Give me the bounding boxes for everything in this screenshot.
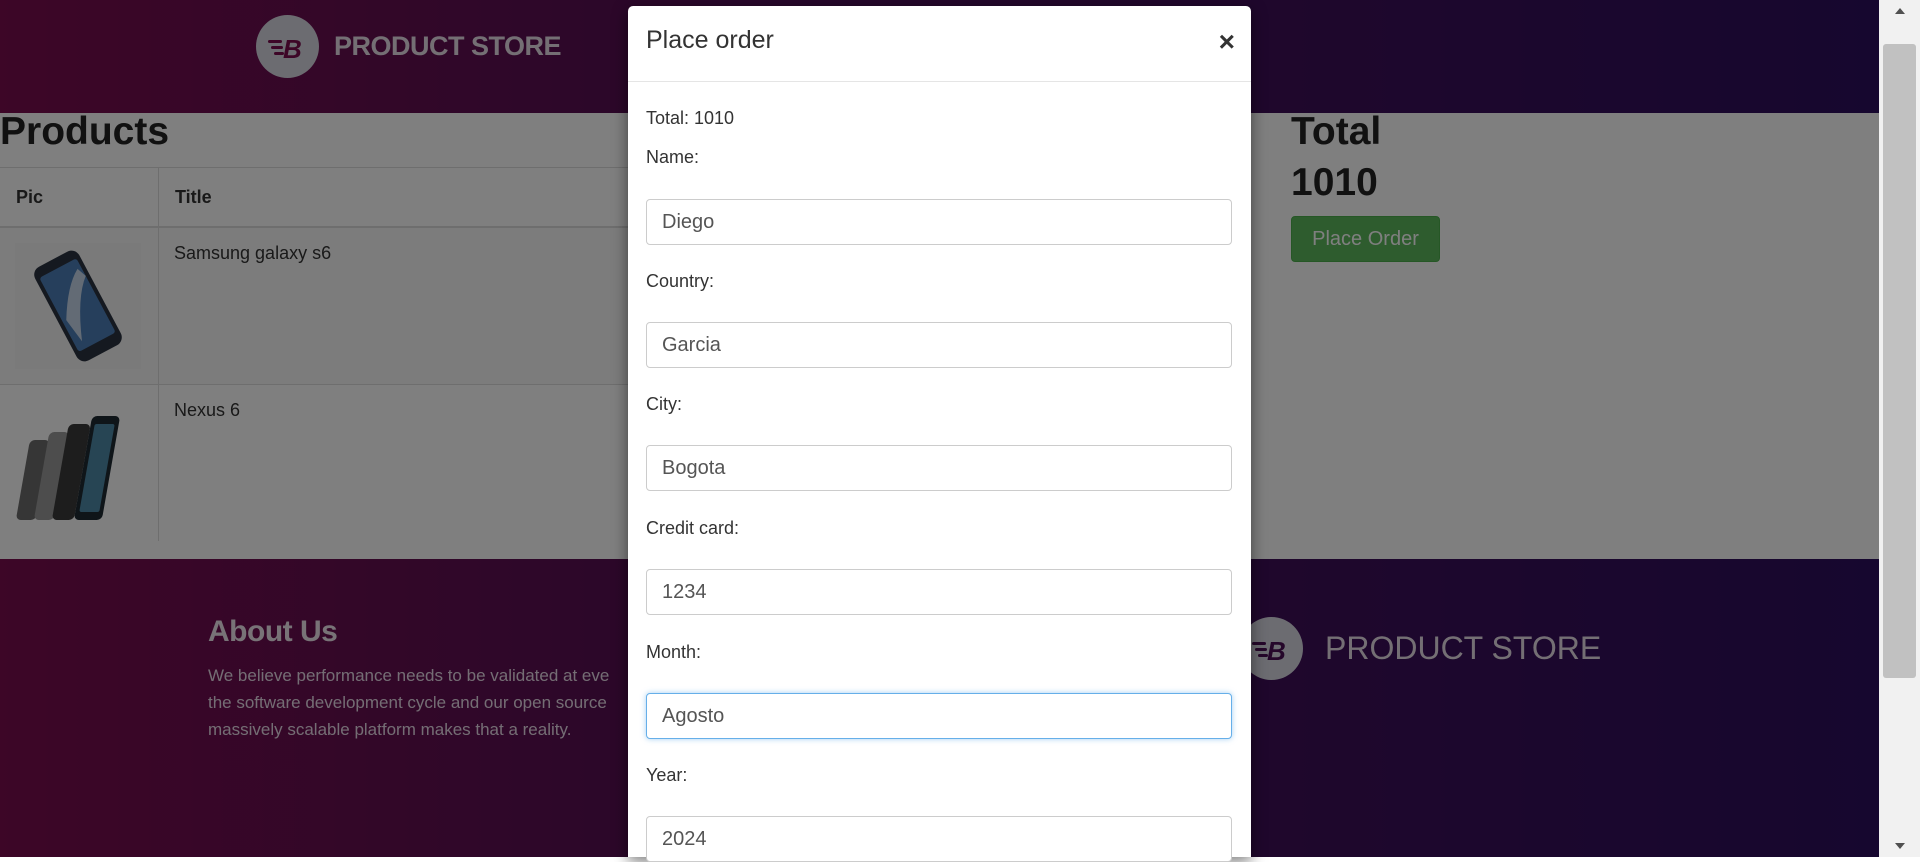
credit-card-input[interactable] <box>646 569 1232 615</box>
page-scrollbar[interactable] <box>1879 0 1920 857</box>
modal-header: Place order × <box>628 6 1251 82</box>
close-icon[interactable]: × <box>1219 28 1235 56</box>
city-input[interactable] <box>646 445 1232 491</box>
year-input[interactable] <box>646 816 1232 862</box>
modal-title: Place order <box>646 26 774 54</box>
country-label: Country: <box>646 271 715 291</box>
order-total: Total: 1010 <box>646 108 735 128</box>
scroll-thumb[interactable] <box>1883 44 1916 678</box>
scroll-down-icon[interactable] <box>1879 835 1920 857</box>
year-label: Year: <box>646 765 688 785</box>
scroll-up-icon[interactable] <box>1879 0 1920 22</box>
city-label: City: <box>646 394 682 414</box>
place-order-modal: Place order × Total: 1010 Name: Country:… <box>628 6 1251 862</box>
credit-card-label: Credit card: <box>646 518 740 538</box>
name-input[interactable] <box>646 199 1232 245</box>
month-input[interactable] <box>646 693 1232 739</box>
name-label: Name: <box>646 147 700 167</box>
month-label: Month: <box>646 642 702 662</box>
country-input[interactable] <box>646 322 1232 368</box>
